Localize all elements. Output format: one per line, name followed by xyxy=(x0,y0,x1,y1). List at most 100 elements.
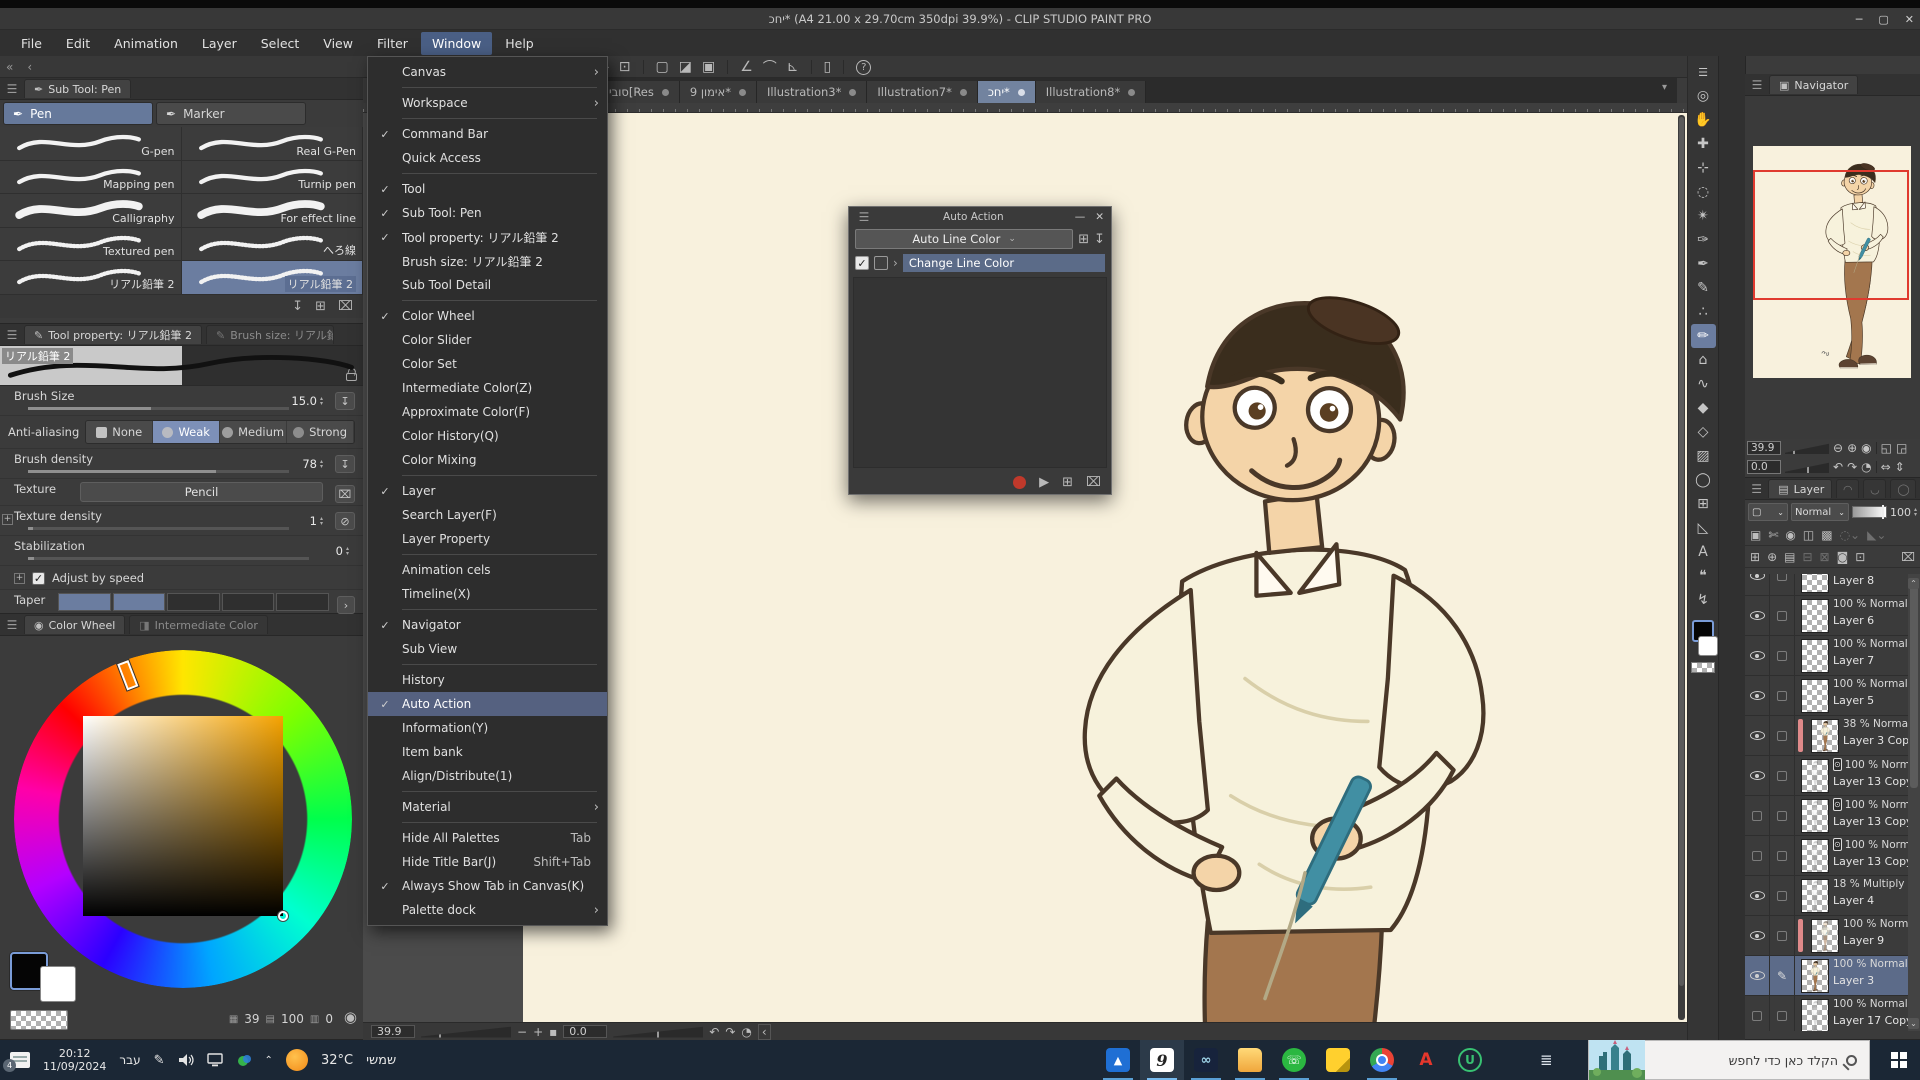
window-menu-item[interactable]: Align/Distribute(1) xyxy=(368,764,607,788)
view-area-rectangle[interactable] xyxy=(1753,170,1909,300)
navigator-rotation-slider[interactable] xyxy=(1785,461,1829,473)
adjust-by-speed-row[interactable]: + ✓ Adjust by speed xyxy=(0,566,363,590)
selection-tool[interactable]: ◌ xyxy=(1691,180,1716,204)
texture-dropdown[interactable]: Pencil xyxy=(80,482,323,502)
panel-menu-icon[interactable]: ☰ xyxy=(1749,482,1764,496)
layer-check-cell[interactable] xyxy=(1770,836,1795,875)
subtool-panel-tab[interactable]: ✒Sub Tool: Pen xyxy=(24,79,131,98)
window-menu-item[interactable]: Search Layer(F) xyxy=(368,503,607,527)
taskbar-app-file-explorer[interactable] xyxy=(1228,1040,1272,1080)
window-menu-item[interactable]: ✓Command Bar xyxy=(368,122,607,146)
snap-ruler-icon[interactable]: ∠ xyxy=(740,59,753,75)
navigator-zoom-value[interactable]: 39.9 xyxy=(1747,441,1781,455)
layer-visibility-cell[interactable] xyxy=(1745,956,1770,995)
layer-visibility-cell[interactable] xyxy=(1745,996,1770,1031)
layer-check-cell[interactable] xyxy=(1770,996,1795,1031)
layer-thumbnail[interactable] xyxy=(1801,574,1829,593)
window-menu-item[interactable]: Brush size: リアル鉛筆 2 xyxy=(368,249,607,273)
trash-icon[interactable]: ⌧ xyxy=(338,299,353,314)
layer-visibility-cell[interactable] xyxy=(1745,596,1770,635)
clip-to-layer-icon[interactable]: ▣ xyxy=(1750,528,1761,542)
layer-row[interactable]: 100 % NormalLayer 9 xyxy=(1745,916,1908,956)
layer-checkbox[interactable] xyxy=(1777,691,1787,701)
navigator-zoom-slider[interactable] xyxy=(1785,442,1829,454)
rotate-cw-icon[interactable]: ↷ xyxy=(1847,460,1857,474)
layer-row[interactable]: ✎100 % NormalLayer 3 xyxy=(1745,956,1908,996)
flip-horizontal-icon[interactable]: ⇔ xyxy=(1881,460,1891,474)
stabilization-row[interactable]: Stabilization 0▴▾ xyxy=(0,536,363,566)
navigator-tab[interactable]: ▣Navigator xyxy=(1769,75,1858,94)
temperature[interactable]: 32°C xyxy=(321,1053,353,1068)
source-setting-button[interactable]: ↧ xyxy=(335,392,355,410)
anti-aliasing-medium[interactable]: Medium xyxy=(220,421,287,443)
add-action-button[interactable]: ⊞ xyxy=(1062,475,1073,490)
play-button[interactable]: ▶ xyxy=(1039,475,1049,490)
eyedropper-tool[interactable]: ✑ xyxy=(1691,228,1716,252)
window-menu-item[interactable]: ✓Layer xyxy=(368,479,607,503)
window-menu-item[interactable]: Color History(Q) xyxy=(368,424,607,448)
layer-checkbox[interactable] xyxy=(1777,574,1787,581)
window-menu-item[interactable]: Material› xyxy=(368,795,607,819)
taskbar-app-webex[interactable]: ∞ xyxy=(1184,1040,1228,1080)
expand-action-icon[interactable]: › xyxy=(893,256,898,270)
layer-thumbnail[interactable] xyxy=(1801,999,1829,1031)
sv-selector[interactable] xyxy=(278,911,288,921)
layer-visibility-cell[interactable] xyxy=(1745,836,1770,875)
taskbar-app-whatsapp[interactable]: ☏ xyxy=(1272,1040,1316,1080)
window-menu-item[interactable]: ✓Tool property: リアル鉛筆 2 xyxy=(368,225,607,249)
tab-list-dropdown-icon[interactable]: ▾ xyxy=(1662,82,1667,93)
panel-menu-icon[interactable]: ☰ xyxy=(4,328,20,342)
zoom-in-icon[interactable]: ⊕ xyxy=(1847,441,1857,455)
layer-thumbnail[interactable] xyxy=(1801,959,1829,993)
volume-icon[interactable] xyxy=(178,1053,194,1067)
tool-tab-marker[interactable]: ✒Marker xyxy=(156,102,306,125)
window-menu-item[interactable]: Information(Y) xyxy=(368,716,607,740)
pen-settings-icon[interactable]: ✎ xyxy=(154,1053,165,1068)
search-layer-tab[interactable]: ◡ xyxy=(1863,479,1886,498)
zoom-out-icon[interactable]: ⊖ xyxy=(1833,441,1843,455)
delete-layer-icon[interactable]: ⌧ xyxy=(1901,550,1915,564)
layer-row[interactable]: 100 % NormalLayer 5 xyxy=(1745,676,1908,716)
taper-segment[interactable] xyxy=(58,593,111,611)
pencil-tool[interactable]: ✎ xyxy=(1691,276,1716,300)
hand-tool[interactable]: ✋ xyxy=(1691,108,1716,132)
brush-item[interactable]: For effect line xyxy=(182,194,364,228)
layer-scrollbar[interactable] xyxy=(1908,574,1920,1031)
layer-row[interactable]: 100 % NormalLayer 8 xyxy=(1745,574,1908,596)
close-button[interactable]: ✕ xyxy=(1905,13,1914,26)
pen-alt-tool[interactable]: ✒ xyxy=(1691,252,1716,276)
new-raster-layer-icon[interactable]: ⊞ xyxy=(1750,550,1760,564)
ruler-tool[interactable]: ◺ xyxy=(1691,516,1716,540)
canvas-scrollbar[interactable] xyxy=(1678,115,1685,1020)
figure-tool[interactable]: ◯ xyxy=(1691,468,1716,492)
layer-thumbnail[interactable] xyxy=(1801,759,1829,793)
menu-filter[interactable]: Filter xyxy=(366,32,419,55)
reset-rotation-button[interactable]: ◔ xyxy=(741,1025,751,1039)
eye-icon[interactable] xyxy=(1750,691,1765,700)
panel-menu-icon[interactable]: ☰ xyxy=(1691,60,1716,84)
panel-menu-icon[interactable]: ☰ xyxy=(4,82,20,96)
transfer-down-icon[interactable]: ⊟ xyxy=(1802,550,1812,564)
window-menu-item[interactable]: Color Set xyxy=(368,352,607,376)
layer-check-cell[interactable] xyxy=(1770,716,1795,755)
document-tab[interactable]: Illustration3* xyxy=(757,81,867,103)
navigator-rotation-value[interactable]: 0.0 xyxy=(1747,460,1781,474)
taper-segment[interactable] xyxy=(113,593,166,611)
palette-color-dropdown[interactable]: ▢⌄ xyxy=(1748,503,1788,521)
window-menu-item[interactable]: Intermediate Color(Z) xyxy=(368,376,607,400)
action-dialog-checkbox[interactable] xyxy=(874,256,888,270)
taper-segment[interactable] xyxy=(222,593,275,611)
transparent-indicator[interactable] xyxy=(1691,662,1715,673)
document-tab[interactable]: 9 אימון* xyxy=(680,81,757,103)
anti-aliasing-none[interactable]: None xyxy=(86,421,153,443)
layer-visibility-cell[interactable] xyxy=(1745,756,1770,795)
anti-aliasing-strong[interactable]: Strong xyxy=(287,421,354,443)
layer-checkbox[interactable] xyxy=(1777,611,1787,621)
window-menu-item[interactable]: Hide Title Bar(J)Shift+Tab xyxy=(368,850,607,874)
airbrush-tool[interactable]: ∴ xyxy=(1691,300,1716,324)
window-menu-item[interactable]: Layer Property xyxy=(368,527,607,551)
brush-item[interactable]: Real G-Pen xyxy=(182,127,364,161)
layer-visibility-cell[interactable] xyxy=(1745,676,1770,715)
window-menu-item[interactable]: ✓Navigator xyxy=(368,613,607,637)
document-tab[interactable]: יחכ* xyxy=(978,81,1036,103)
